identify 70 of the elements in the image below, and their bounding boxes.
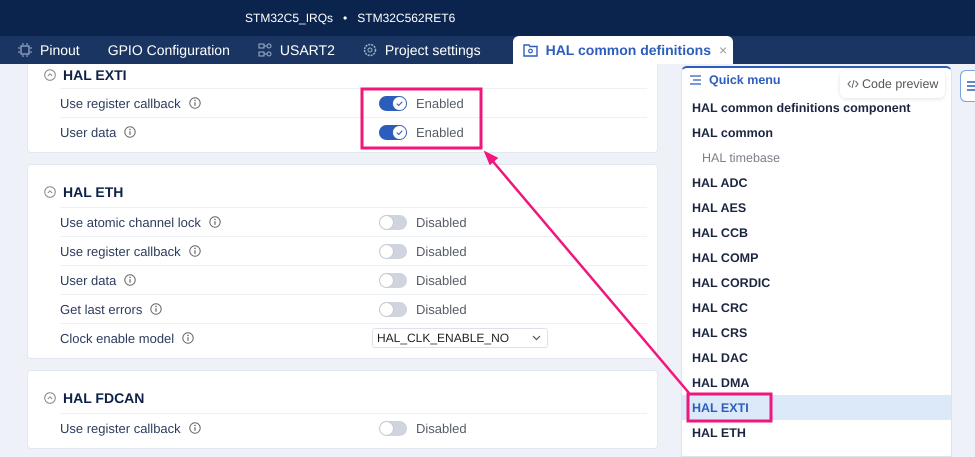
collapse-icon[interactable]	[44, 186, 56, 198]
tab[interactable]: USART2	[252, 36, 357, 64]
tab[interactable]: GPIO Configuration	[102, 36, 252, 64]
folder-gear-icon	[522, 43, 538, 57]
toggle-switch[interactable]	[379, 244, 407, 258]
project-name: STM32C5_IRQs	[245, 11, 334, 25]
toggle-switch[interactable]	[379, 302, 407, 316]
quick-menu-item[interactable]: HAL CRS	[682, 320, 951, 345]
chip-icon	[18, 43, 32, 57]
quick-menu-item[interactable]: HAL COMP	[682, 245, 951, 270]
setting-label: User data	[60, 272, 116, 288]
quick-menu-item[interactable]: HAL common definitions component	[682, 95, 951, 120]
separator-dot: •	[343, 11, 348, 25]
info-icon[interactable]	[150, 303, 162, 315]
setting-label: Clock enable model	[60, 330, 174, 346]
section-title: HAL ETH	[63, 184, 124, 200]
quick-menu-item[interactable]: HAL DMA	[682, 370, 951, 395]
toggle-state: Disabled	[416, 214, 467, 230]
toggle-state: Disabled	[416, 272, 467, 288]
info-icon[interactable]	[188, 97, 201, 109]
setting-label: Use register callback	[60, 420, 181, 436]
setting-label: Use register callback	[60, 244, 181, 258]
toggle-state: Enabled	[416, 124, 464, 140]
toggle-switch[interactable]	[379, 272, 407, 288]
info-icon[interactable]	[188, 422, 201, 434]
quick-menu-item[interactable]: HAL CCB	[682, 220, 951, 245]
quick-menu-title: Quick menu	[709, 73, 781, 87]
tab[interactable]: Project settings	[356, 36, 503, 64]
quick-menu-item[interactable]: HAL ETH	[682, 420, 951, 445]
toggle-switch[interactable]	[379, 420, 407, 436]
list-icon	[690, 75, 701, 85]
code-icon	[847, 79, 859, 89]
chevron-down-icon	[532, 335, 541, 341]
toggle-state: Disabled	[416, 244, 467, 258]
quick-menu-item[interactable]: HAL CORDIC	[682, 270, 951, 295]
section-title: HAL FDCAN	[63, 390, 144, 406]
setting-label: Use register callback	[60, 96, 181, 110]
info-icon[interactable]	[188, 245, 201, 257]
menu-icon	[967, 81, 975, 91]
info-icon[interactable]	[182, 332, 194, 344]
nodes-icon	[258, 43, 272, 57]
toggle-switch[interactable]	[379, 214, 407, 230]
info-icon[interactable]	[124, 274, 136, 286]
gear-icon	[362, 43, 377, 57]
quick-menu-item[interactable]: HAL CRC	[682, 295, 951, 320]
quick-menu-item[interactable]: HAL timebase	[682, 145, 951, 170]
toggle-state: Enabled	[416, 96, 464, 110]
setting-label: Use atomic channel lock	[60, 214, 201, 230]
device-name: STM32C562RET6	[357, 11, 456, 25]
quick-menu-item[interactable]: HAL common	[682, 120, 951, 145]
setting-label: User data	[60, 124, 116, 140]
info-icon[interactable]	[208, 216, 221, 228]
toggle-switch[interactable]	[379, 124, 407, 140]
collapse-icon[interactable]	[44, 69, 56, 81]
info-icon[interactable]	[124, 126, 136, 138]
quick-menu-item[interactable]: HAL DAC	[682, 345, 951, 370]
quick-menu-item[interactable]: HAL EXTI	[682, 395, 951, 420]
toggle-state: Disabled	[416, 420, 467, 436]
collapse-icon[interactable]	[44, 392, 56, 404]
toggle-state: Disabled	[416, 302, 467, 316]
tab[interactable]: HAL common definitions ×	[512, 36, 734, 64]
quick-menu-item[interactable]: HAL ADC	[682, 170, 951, 195]
toggle-switch[interactable]	[379, 96, 407, 110]
dropdown[interactable]: HAL_CLK_ENABLE_NO	[372, 328, 548, 348]
code-preview-button[interactable]: Code preview	[840, 70, 946, 98]
setting-label: Get last errors	[60, 302, 142, 316]
quick-menu-item[interactable]: HAL AES	[682, 195, 951, 220]
section-title: HAL EXTI	[63, 67, 127, 83]
tab[interactable]: Pinout	[12, 36, 102, 64]
side-button[interactable]	[960, 70, 975, 102]
